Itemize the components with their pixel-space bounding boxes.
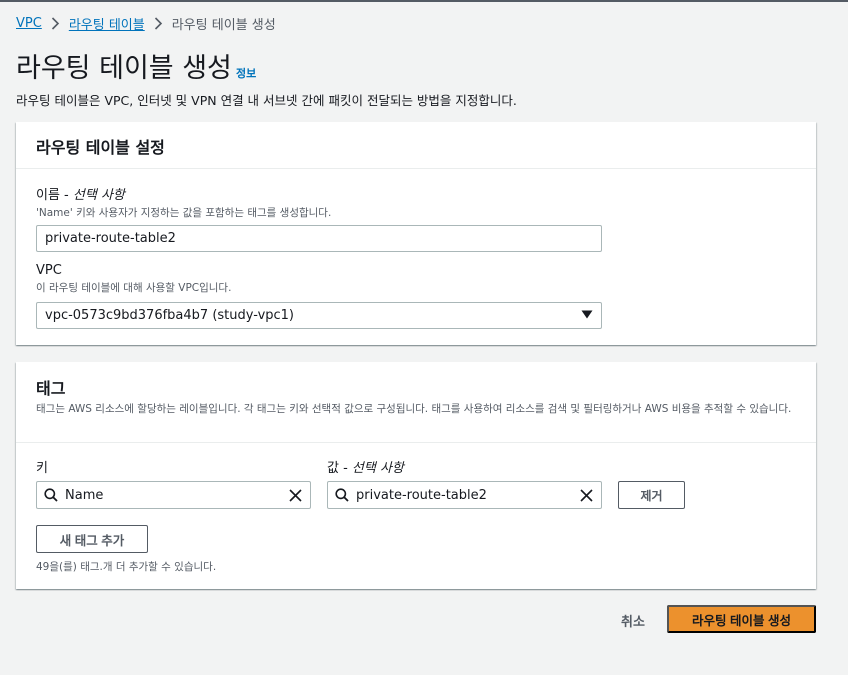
vpc-label: VPC	[36, 263, 62, 278]
vpc-description: 이 라우팅 테이블에 대해 사용할 VPC입니다.	[36, 282, 232, 294]
search-icon	[328, 488, 356, 502]
close-icon[interactable]	[571, 488, 601, 502]
panel-title: 라우팅 테이블 설정	[36, 138, 165, 157]
chevron-right-icon	[51, 17, 60, 30]
breadcrumb-route-tables-link[interactable]: 라우팅 테이블	[69, 14, 145, 33]
chevron-right-icon	[154, 17, 163, 30]
add-tag-button[interactable]: 새 태그 추가	[36, 525, 148, 553]
vpc-select[interactable]: vpc-0573c9bd376fba4b7 (study-vpc1)	[36, 302, 602, 329]
remove-tag-button[interactable]: 제거	[618, 481, 685, 509]
name-input-value: private-route-table2	[45, 231, 176, 246]
close-icon[interactable]	[280, 488, 310, 502]
tag-value-input[interactable]: private-route-table2	[327, 481, 602, 509]
cancel-button[interactable]: 취소	[621, 611, 645, 630]
breadcrumb-vpc-link[interactable]: VPC	[16, 16, 42, 31]
page-title: 라우팅 테이블 생성	[16, 53, 232, 84]
tags-panel: 태그 태그는 AWS 리소스에 할당하는 레이블입니다. 각 태그는 키와 선택…	[16, 362, 816, 589]
name-input[interactable]: private-route-table2	[36, 225, 602, 252]
tags-description: 태그는 AWS 리소스에 할당하는 레이블입니다. 각 태그는 키와 선택적 값…	[36, 403, 792, 415]
tags-remaining-text: 49을(를) 태그.개 더 추가할 수 있습니다.	[36, 561, 217, 573]
panel-header: 태그 태그는 AWS 리소스에 할당하는 레이블입니다. 각 태그는 키와 선택…	[16, 362, 816, 443]
breadcrumb: VPC 라우팅 테이블 라우팅 테이블 생성	[16, 14, 276, 33]
vpc-field-group: VPC 이 라우팅 테이블에 대해 사용할 VPC입니다.	[36, 263, 231, 295]
route-table-settings-panel: 라우팅 테이블 설정 이름 - 선택 사항 'Name' 키와 사용자가 지정하…	[16, 122, 816, 345]
panel-header: 라우팅 테이블 설정	[16, 122, 816, 169]
vpc-select-value: vpc-0573c9bd376fba4b7 (study-vpc1)	[45, 308, 294, 323]
create-route-table-button[interactable]: 라우팅 테이블 생성	[667, 605, 816, 633]
name-field-group: 이름 - 선택 사항 'Name' 키와 사용자가 지정하는 값을 포함하는 태…	[36, 184, 331, 220]
tag-key-value: Name	[65, 487, 104, 503]
key-label: 키	[36, 461, 48, 476]
breadcrumb-current: 라우팅 테이블 생성	[171, 18, 276, 33]
name-label: 이름 - 선택 사항	[36, 188, 125, 203]
search-icon	[37, 488, 65, 502]
tag-key-input[interactable]: Name	[36, 481, 311, 509]
tag-value-value: private-route-table2	[356, 487, 487, 503]
value-label: 값 - 선택 사항	[327, 461, 404, 476]
caret-down-icon	[581, 308, 593, 323]
page-description: 라우팅 테이블은 VPC, 인터넷 및 VPN 연결 내 서브넷 간에 패킷이 …	[16, 93, 517, 108]
name-description: 'Name' 키와 사용자가 지정하는 값을 포함하는 태그를 생성합니다.	[36, 207, 332, 219]
panel-title: 태그	[36, 379, 66, 398]
info-link[interactable]: 정보	[236, 65, 256, 81]
